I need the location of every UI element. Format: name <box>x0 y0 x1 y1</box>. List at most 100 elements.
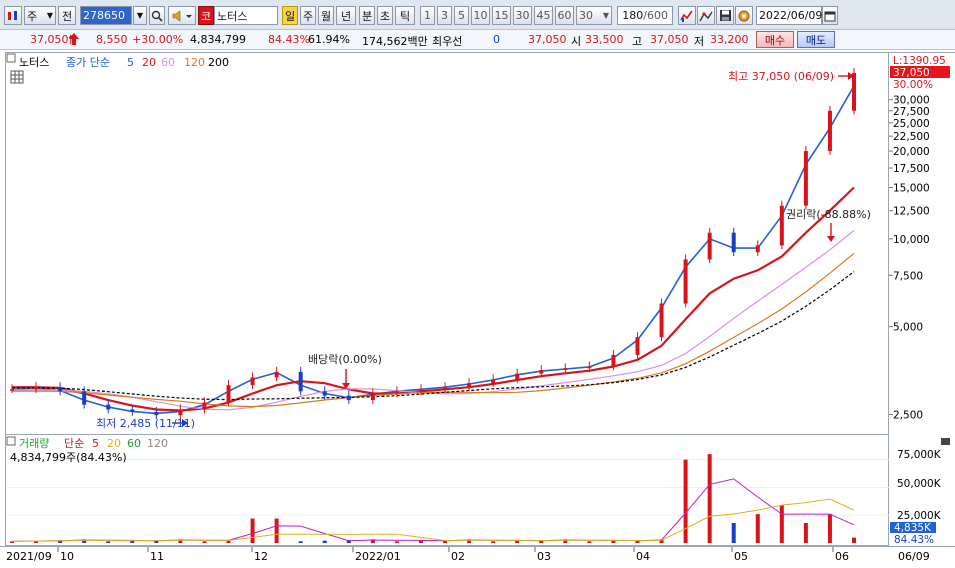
dividend-arrow-icon <box>342 369 350 389</box>
price-axis-ticks: 30,00027,50025,00022,50020,00017,50015,0… <box>889 95 930 421</box>
open-price: 33,500 <box>585 33 624 46</box>
type-select[interactable]: 주 ▼ <box>24 6 56 25</box>
period-year[interactable]: 년 <box>336 6 356 25</box>
volume-chart-svg: 거래량 단순 5 20 60 120 4,834,799주(84.43%) <box>6 436 890 543</box>
candlesticks <box>10 68 856 420</box>
interval-5[interactable]: 5 <box>454 6 469 25</box>
indicator-icon[interactable] <box>678 6 696 25</box>
code-dropdown-icon[interactable]: ▼ <box>133 6 147 25</box>
period-day[interactable]: 일 <box>282 6 298 25</box>
candle-body <box>515 373 520 380</box>
candle-body <box>827 110 832 152</box>
calendar-icon[interactable] <box>822 6 838 25</box>
speaker-icon[interactable] <box>168 6 196 25</box>
date-label-2021-09: 2021/09 <box>6 550 52 563</box>
volume-bar <box>731 523 736 543</box>
volume-bar <box>491 541 496 543</box>
date-tick-marks <box>57 547 834 552</box>
interval-select[interactable]: 30 ▼ <box>576 6 612 25</box>
market-badge-icon: 코 <box>198 6 214 25</box>
candle-body <box>443 387 448 390</box>
save-icon[interactable] <box>716 6 734 25</box>
volume-current-pct: 84.43% <box>894 534 934 546</box>
volume-legend-ma5[interactable]: 5 <box>92 437 99 450</box>
volume-bar <box>202 541 207 543</box>
volume-tick-50000: 50,000K <box>897 478 942 490</box>
period-minute[interactable]: 분 <box>359 6 375 25</box>
date-label-06: 06 <box>835 550 849 563</box>
date-label-12: 12 <box>254 550 268 563</box>
legend-collapse-icon[interactable] <box>6 53 16 63</box>
sell-button[interactable]: 매도 <box>797 31 835 48</box>
period-week[interactable]: 주 <box>300 6 316 25</box>
date-label-10: 10 <box>60 550 74 563</box>
ma200-line <box>12 271 855 401</box>
legend-ma20[interactable]: 20 <box>142 56 156 69</box>
search-icon[interactable] <box>149 6 165 25</box>
chart-type-icon[interactable] <box>4 6 22 25</box>
interval-45[interactable]: 45 <box>534 6 553 25</box>
volume-legend-ma20[interactable]: 20 <box>107 437 121 450</box>
volume-bar <box>611 540 616 543</box>
volume-ma-lines <box>11 478 855 542</box>
high-label: 고 <box>632 35 643 48</box>
volume-bar <box>394 541 399 543</box>
volume-chart-panel[interactable]: 거래량 단순 5 20 60 120 4,834,799주(84.43%) <box>5 435 890 546</box>
volume-legend-name[interactable]: 거래량 <box>19 437 49 450</box>
interval-15[interactable]: 15 <box>492 6 511 25</box>
interval-1[interactable]: 1 <box>420 6 435 25</box>
price-change: 8,550 <box>96 33 128 46</box>
quote-info-row: 37,050 🠕 8,550 +30.00% 4,834,799 84.43% … <box>0 30 955 50</box>
period-tick[interactable]: 틱 <box>395 6 415 25</box>
price-axis-tick: 7,500 <box>893 270 923 282</box>
count-field[interactable]: 180/600 <box>617 6 673 25</box>
price-axis-tick: 12,500 <box>893 206 930 218</box>
prev-button[interactable]: 전 <box>58 6 76 25</box>
volume-bars <box>10 454 856 543</box>
date-axis[interactable]: 2021/09 10 11 12 2022/01 02 03 04 05 06 … <box>0 546 955 568</box>
settings-icon[interactable] <box>735 6 753 25</box>
candle-body <box>274 371 279 378</box>
date-field[interactable]: 2022/06/09 <box>756 6 822 25</box>
candle-body <box>82 391 87 405</box>
price-axis-top: L:1390.95 <box>893 55 946 67</box>
legend-ma5[interactable]: 5 <box>127 56 134 69</box>
interval-10[interactable]: 10 <box>471 6 490 25</box>
volume-bar <box>298 541 303 543</box>
volume-bar <box>779 505 784 543</box>
price-axis[interactable]: L:1390.95 37,050 30.00% 30,000 27,500 25,0… <box>889 52 955 435</box>
volume-legend-collapse-icon[interactable] <box>6 436 16 446</box>
interval-60[interactable]: 60 <box>555 6 574 25</box>
up-arrow-shape-icon <box>68 32 80 49</box>
volume-panel-max-icon[interactable] <box>941 438 950 445</box>
legend-ma120[interactable]: 120 <box>184 56 205 69</box>
chart-toolbar: 주 ▼ 전 278650 ▼ 코 노터스 일 주 월 년 분 초 틱 1 3 5… <box>0 0 955 30</box>
period-month[interactable]: 월 <box>318 6 334 25</box>
legend-ma60[interactable]: 60 <box>161 56 175 69</box>
buy-button[interactable]: 매수 <box>756 31 794 48</box>
rights-annotation: 권리락(-88.88%) <box>786 208 871 221</box>
stock-name-field[interactable]: 노터스 <box>214 6 278 25</box>
turnover-rate: 61.94% <box>308 33 350 46</box>
legend-name[interactable]: 노터스 <box>19 56 49 69</box>
volume-legend-ma60[interactable]: 60 <box>127 437 141 450</box>
price-chart-panel[interactable]: 노터스 종가 단순 5 20 60 120 200 최고 37,050 (06/… <box>5 52 889 435</box>
volume-axis[interactable]: 75,000K 50,000K 25,000K 4,835K 84.43% <box>889 435 955 546</box>
candle-body <box>683 259 688 304</box>
candle-body <box>154 411 159 416</box>
interval-3[interactable]: 3 <box>437 6 452 25</box>
interval-30[interactable]: 30 <box>513 6 532 25</box>
candle-body <box>346 395 351 401</box>
volume-legend-ma120[interactable]: 120 <box>147 437 168 450</box>
volume-bar <box>683 459 688 543</box>
legend-ma200[interactable]: 200 <box>208 56 229 69</box>
stock-code-input[interactable]: 278650 <box>80 6 132 25</box>
chevron-down-icon: ▼ <box>602 11 609 20</box>
candle-body <box>563 368 568 371</box>
period-second[interactable]: 초 <box>377 6 393 25</box>
price-axis-tick: 10,000 <box>893 234 930 246</box>
candle-body <box>418 389 423 392</box>
grid-toggle-icon[interactable] <box>10 70 24 84</box>
candle-body <box>611 354 616 367</box>
draw-tool-icon[interactable] <box>697 6 715 25</box>
